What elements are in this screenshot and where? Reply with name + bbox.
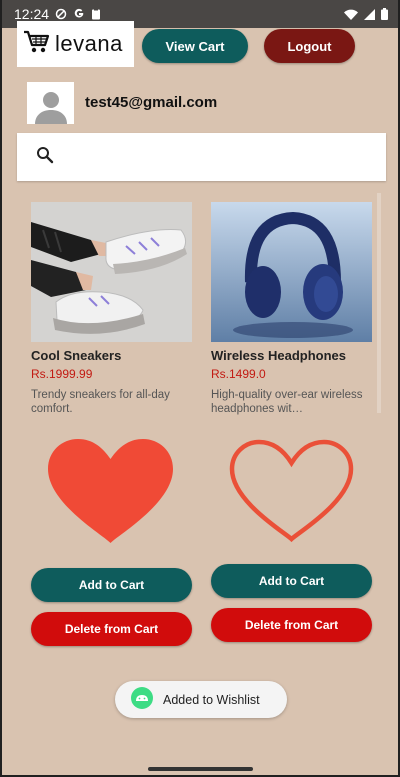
blocked-icon	[55, 8, 67, 20]
clipboard-icon	[91, 8, 101, 20]
search-bar[interactable]	[17, 133, 386, 181]
heart-filled-icon[interactable]	[45, 437, 176, 550]
logo-text: levana	[55, 31, 123, 56]
toast-notification: Added to Wishlist	[115, 681, 287, 718]
product-description: Trendy sneakers for all-day comfort.	[31, 389, 170, 415]
product-image-sneakers[interactable]	[31, 202, 192, 342]
delete-from-cart-button[interactable]: Delete from Cart	[211, 608, 372, 642]
view-cart-button[interactable]: View Cart	[142, 29, 248, 63]
signal-icon	[364, 8, 375, 20]
scrollbar[interactable]	[377, 193, 381, 413]
product-description: High-quality over-ear wireless headphone…	[211, 389, 363, 415]
product-price: Rs.1999.99	[31, 367, 93, 381]
home-indicator[interactable]	[148, 767, 253, 771]
product-image-headphones[interactable]	[211, 202, 372, 342]
product-name: Cool Sneakers	[31, 348, 122, 363]
cart-icon	[23, 29, 51, 60]
search-input[interactable]	[62, 142, 386, 172]
android-app-icon	[131, 687, 153, 712]
app-logo: levana	[17, 21, 134, 67]
status-time: 12:24	[14, 6, 50, 22]
avatar	[27, 82, 74, 124]
person-icon	[34, 92, 67, 124]
heart-outline-icon[interactable]	[226, 437, 357, 550]
user-email: test45@gmail.com	[85, 94, 218, 111]
product-card[interactable]: Cool Sneakers Rs.1999.99 Trendy sneakers…	[31, 202, 193, 416]
toast-message: Added to Wishlist	[163, 692, 260, 707]
delete-from-cart-button[interactable]: Delete from Cart	[31, 612, 192, 646]
product-card[interactable]: Wireless Headphones Rs.1499.0 High-quali…	[211, 202, 373, 416]
battery-icon	[381, 8, 388, 20]
add-to-cart-button[interactable]: Add to Cart	[211, 564, 372, 598]
product-price: Rs.1499.0	[211, 367, 266, 381]
add-to-cart-button[interactable]: Add to Cart	[31, 568, 192, 602]
wifi-icon	[344, 9, 358, 20]
product-name: Wireless Headphones	[211, 348, 346, 363]
logout-button[interactable]: Logout	[264, 29, 355, 63]
search-icon[interactable]	[36, 146, 54, 169]
google-icon	[73, 8, 85, 20]
